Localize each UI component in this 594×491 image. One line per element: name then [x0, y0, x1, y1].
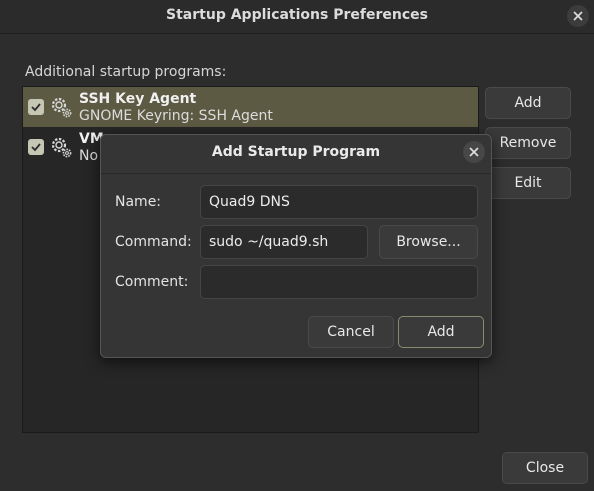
- checkmark-icon: [31, 143, 41, 152]
- command-label: Command:: [115, 234, 192, 250]
- command-field-value: sudo ~/quad9.sh: [209, 234, 329, 250]
- cancel-button[interactable]: Cancel: [308, 316, 394, 348]
- window-close-button[interactable]: [567, 5, 589, 27]
- enabled-checkbox[interactable]: [28, 99, 44, 115]
- dialog-close-button[interactable]: [463, 141, 485, 163]
- comment-field[interactable]: [200, 265, 478, 299]
- close-button[interactable]: Close: [502, 452, 588, 484]
- gear-icon: [51, 137, 72, 158]
- command-field[interactable]: sudo ~/quad9.sh: [200, 225, 368, 259]
- title-bar: Startup Applications Preferences: [0, 0, 594, 34]
- program-description: No: [79, 148, 99, 164]
- comment-label: Comment:: [115, 274, 189, 290]
- add-button[interactable]: Add: [485, 87, 571, 119]
- dialog-title: Add Startup Program: [211, 144, 381, 160]
- enabled-checkbox[interactable]: [28, 139, 44, 155]
- gear-icon: [51, 97, 72, 118]
- name-label: Name:: [115, 194, 162, 210]
- window-title: Startup Applications Preferences: [166, 7, 428, 23]
- close-icon: [469, 147, 479, 157]
- close-icon: [573, 11, 583, 21]
- checkmark-icon: [31, 103, 41, 112]
- program-description: GNOME Keyring: SSH Agent: [79, 108, 273, 124]
- edit-button[interactable]: Edit: [485, 167, 571, 199]
- name-field-value: Quad9 DNS: [209, 194, 290, 210]
- dialog-add-button[interactable]: Add: [398, 316, 484, 348]
- name-field[interactable]: Quad9 DNS: [200, 185, 478, 219]
- list-item-ssh-key-agent[interactable]: SSH Key Agent GNOME Keyring: SSH Agent: [23, 87, 478, 127]
- program-name: SSH Key Agent: [79, 91, 197, 107]
- remove-button[interactable]: Remove: [485, 127, 571, 159]
- startup-programs-label: Additional startup programs:: [25, 64, 227, 80]
- dialog-divider: [101, 173, 491, 174]
- add-startup-program-dialog: Add Startup Program Name: Quad9 DNS Comm…: [100, 134, 492, 358]
- browse-button[interactable]: Browse...: [379, 225, 478, 259]
